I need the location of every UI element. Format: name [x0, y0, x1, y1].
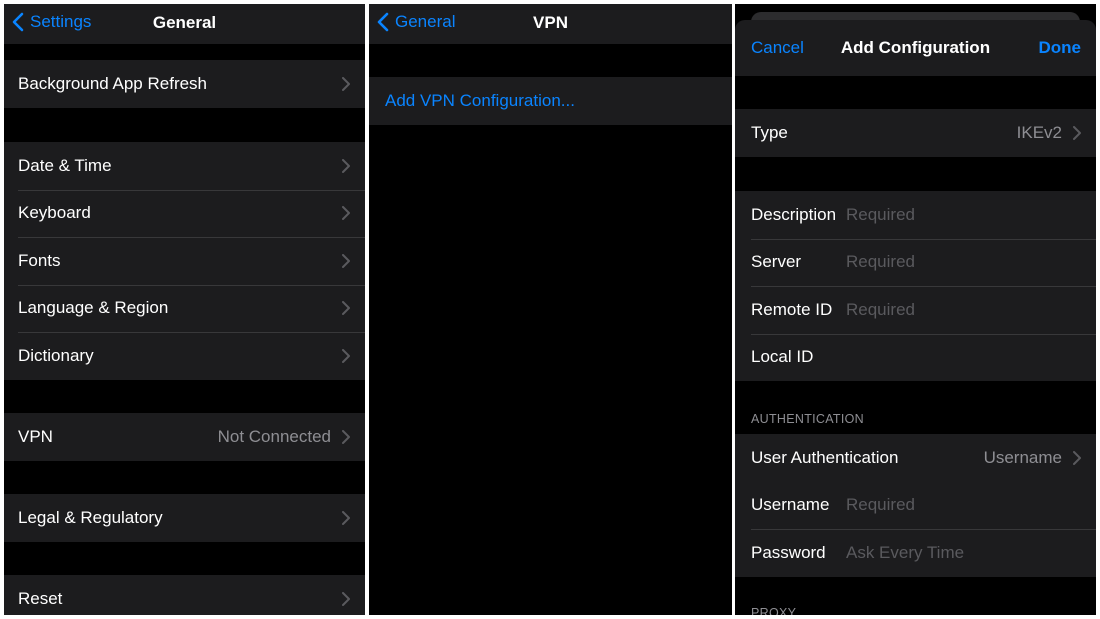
group-type: Type IKEv2 [735, 109, 1096, 157]
done-button[interactable]: Done [1039, 38, 1082, 58]
row-label: Keyboard [18, 203, 91, 223]
row-label: VPN [18, 426, 53, 446]
row-language-region[interactable]: Language & Region [4, 284, 365, 333]
group-server-details: Description Server Remote ID Local ID [735, 191, 1096, 381]
group-vpn: VPN Not Connected [4, 413, 365, 461]
back-label: General [395, 12, 456, 31]
chevron-right-icon [342, 206, 350, 221]
group-reset: Reset [4, 575, 365, 615]
back-label: Settings [30, 12, 92, 31]
field-label: Description [751, 204, 837, 224]
group-authentication: User Authentication Username Username Pa… [735, 434, 1096, 577]
chevron-right-icon [342, 348, 350, 363]
local-id-input[interactable] [846, 347, 1076, 368]
row-user-authentication[interactable]: User Authentication Username [735, 434, 1096, 482]
chevron-left-icon [12, 12, 24, 32]
chevron-right-icon [342, 253, 350, 268]
chevron-right-icon [342, 158, 350, 173]
description-field: Description [735, 191, 1096, 239]
field-label: Username [751, 495, 830, 515]
vpn-screen: General VPN Add VPN Configuration... [369, 4, 732, 615]
type-value: IKEv2 [1016, 122, 1062, 142]
username-field: Username [735, 482, 1096, 530]
group-background-refresh: Background App Refresh [4, 60, 365, 108]
row-label: Background App Refresh [18, 73, 208, 93]
row-fonts[interactable]: Fonts [4, 237, 365, 285]
row-label: User Authentication [751, 447, 899, 467]
row-label: Date & Time [18, 155, 112, 175]
remote-id-input[interactable] [846, 299, 1076, 320]
chevron-left-icon [377, 12, 389, 32]
chevron-right-icon [342, 301, 350, 316]
back-button-general[interactable]: General [377, 12, 455, 32]
chevron-right-icon [342, 76, 350, 91]
authentication-section-header: AUTHENTICATION [751, 412, 864, 426]
server-input[interactable] [846, 252, 1076, 273]
local-id-field: Local ID [735, 333, 1096, 382]
row-vpn[interactable]: VPN Not Connected [4, 413, 365, 461]
back-button-settings[interactable]: Settings [12, 12, 91, 32]
navigation-bar: General VPN [369, 4, 732, 44]
group-legal: Legal & Regulatory [4, 494, 365, 542]
field-label: Password [751, 542, 826, 562]
chevron-right-icon [342, 591, 350, 606]
remote-id-field: Remote ID [735, 286, 1096, 334]
row-legal-regulatory[interactable]: Legal & Regulatory [4, 494, 365, 542]
row-label: Type [751, 122, 788, 142]
row-date-time[interactable]: Date & Time [4, 142, 365, 190]
proxy-section-header: PROXY [751, 606, 797, 615]
chevron-right-icon [342, 510, 350, 525]
add-configuration-screen: Cancel Add Configuration Done Type IKEv2… [735, 4, 1096, 615]
row-label: Fonts [18, 250, 61, 270]
row-label: Language & Region [18, 298, 169, 318]
password-input[interactable] [846, 542, 1076, 563]
add-vpn-configuration-button[interactable]: Add VPN Configuration... [369, 77, 732, 125]
row-reset[interactable]: Reset [4, 575, 365, 615]
description-input[interactable] [846, 204, 1076, 225]
row-type[interactable]: Type IKEv2 [735, 109, 1096, 157]
username-input[interactable] [846, 495, 1076, 516]
row-label: Dictionary [18, 345, 94, 365]
row-label: Reset [18, 588, 63, 608]
field-label: Server [751, 252, 802, 272]
chevron-right-icon [1073, 450, 1081, 465]
field-label: Local ID [751, 347, 814, 367]
field-label: Remote ID [751, 299, 833, 319]
chevron-right-icon [1073, 125, 1081, 140]
sheet-navigation-bar: Cancel Add Configuration Done [735, 20, 1096, 76]
add-vpn-configuration-label: Add VPN Configuration... [385, 90, 575, 110]
cancel-button[interactable]: Cancel [751, 38, 804, 58]
password-field: Password [735, 529, 1096, 577]
user-authentication-value: Username [983, 447, 1062, 467]
vpn-status-value: Not Connected [217, 426, 331, 446]
chevron-right-icon [342, 429, 350, 444]
group-date-language: Date & Time Keyboard Fonts Language & Re… [4, 142, 365, 380]
row-label: Legal & Regulatory [18, 507, 163, 527]
row-keyboard[interactable]: Keyboard [4, 189, 365, 238]
row-dictionary[interactable]: Dictionary [4, 332, 365, 380]
navigation-bar: Settings General [4, 4, 365, 44]
row-background-app-refresh[interactable]: Background App Refresh [4, 60, 365, 108]
group-add-vpn: Add VPN Configuration... [369, 77, 732, 125]
general-settings-screen: Background App Refresh Date & Time Keybo… [4, 4, 365, 615]
server-field: Server [735, 238, 1096, 287]
